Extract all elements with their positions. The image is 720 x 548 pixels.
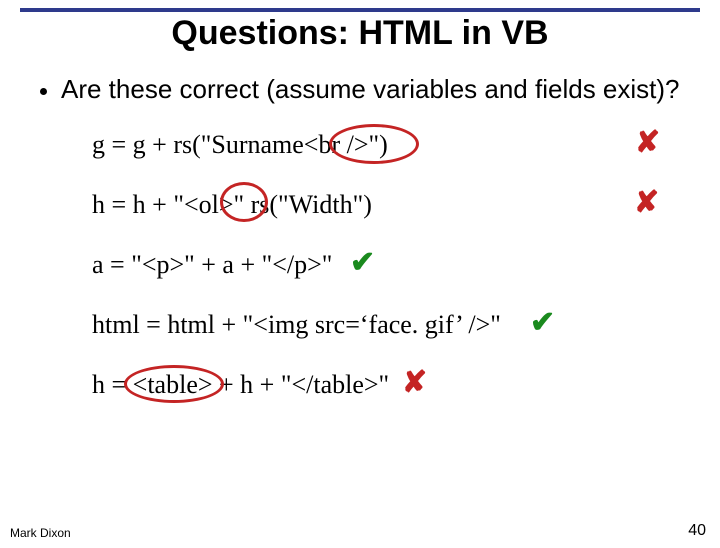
cross-mark-icon: ✘ [402,368,427,398]
item-4: h = <table> + h + "</table>" ✘ [92,370,720,400]
item-2: a = "<p>" + a + "</p>" ✔ [92,250,720,280]
item-1: h = h + "<ol>" rs("Width") ✘ [92,190,720,220]
item-2-code: a = "<p>" + a + "</p>" [92,250,332,279]
footer-author: Mark Dixon [10,526,71,540]
bullet-dot-icon [40,88,47,95]
item-4-code: h = <table> + h + "</table>" [92,370,389,399]
code-items: g = g + rs("Surname<br />") ✘ h = h + "<… [92,130,720,400]
tick-mark-icon: ✔ [350,248,375,278]
title-rule [20,8,700,12]
item-1-code: h = h + "<ol>" rs("Width") [92,190,372,219]
item-3: html = html + "<img src=‘face. gif’ />" … [92,310,720,340]
slide-title: Questions: HTML in VB [0,14,720,53]
cross-mark-icon: ✘ [634,188,659,218]
item-3-code: html = html + "<img src=‘face. gif’ />" [92,310,501,339]
tick-mark-icon: ✔ [530,308,555,338]
bullet-text: Are these correct (assume variables and … [61,75,680,104]
cross-mark-icon: ✘ [635,128,660,158]
bullet-row: Are these correct (assume variables and … [34,75,686,104]
item-0-code: g = g + rs("Surname<br />") [92,130,388,159]
footer-page-number: 40 [688,522,706,540]
item-0: g = g + rs("Surname<br />") ✘ [92,130,720,160]
